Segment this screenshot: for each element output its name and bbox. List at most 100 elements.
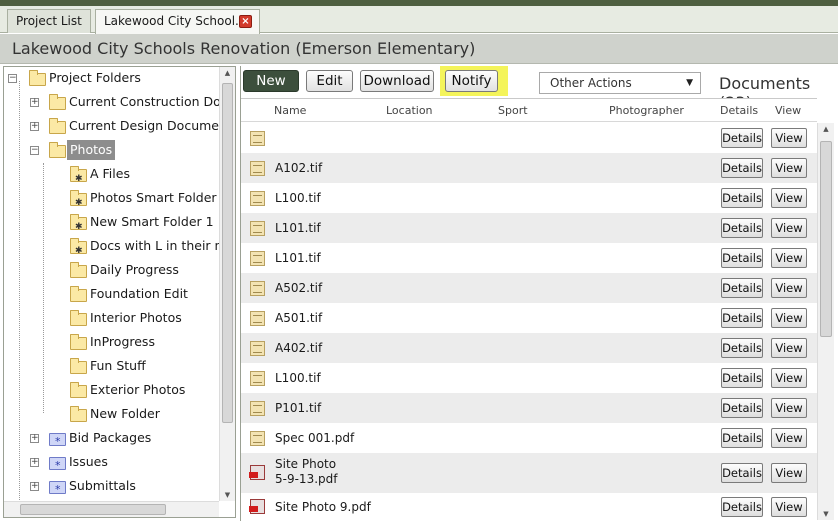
tree-label: Exterior Photos (90, 382, 186, 397)
scroll-down-icon[interactable]: ▼ (220, 491, 235, 499)
details-button[interactable]: Details (721, 398, 763, 418)
expand-icon[interactable]: + (30, 458, 39, 467)
notify-button[interactable]: Notify (445, 70, 498, 92)
tree-label: Foundation Edit (90, 286, 188, 301)
tree-vertical-scrollbar[interactable]: ▲ ▼ (219, 67, 235, 501)
tree-item-docs-with-l[interactable]: Docs with L in their nan (4, 236, 219, 258)
view-button[interactable]: View (771, 368, 807, 388)
tree-item-current-design[interactable]: + Current Design Documents (4, 116, 235, 138)
view-button[interactable]: View (771, 463, 807, 483)
tree-item-daily-progress[interactable]: Daily Progress (4, 260, 224, 282)
folder-tree-panel: − Project Folders + Current Construction… (3, 66, 236, 518)
view-button[interactable]: View (771, 158, 807, 178)
table-row[interactable]: A102.tif Details View (241, 153, 817, 183)
tree-label: Daily Progress (90, 262, 179, 277)
scroll-up-icon[interactable]: ▲ (818, 125, 834, 133)
folder-icon (70, 334, 87, 350)
close-icon[interactable]: × (239, 15, 252, 28)
tree-label: Interior Photos (90, 310, 182, 325)
details-button[interactable]: Details (721, 463, 763, 483)
table-row[interactable]: A402.tif Details View (241, 333, 817, 363)
table-row[interactable]: L101.tif Details View (241, 243, 817, 273)
view-button[interactable]: View (771, 308, 807, 328)
edit-button[interactable]: Edit (306, 70, 353, 92)
table-row[interactable]: Details View (241, 123, 817, 153)
tree-item-issues[interactable]: + Issues (4, 452, 224, 476)
view-button[interactable]: View (771, 278, 807, 298)
tree-item-inprogress[interactable]: InProgress (4, 332, 224, 354)
tree-item-foundation-edit[interactable]: Foundation Edit (4, 284, 224, 306)
folder-icon (70, 286, 87, 302)
table-row[interactable]: L100.tif Details View (241, 183, 817, 213)
tree-item-new-folder[interactable]: New Folder (4, 404, 224, 426)
document-icon (250, 251, 265, 266)
tree-item-photos[interactable]: − Photos (4, 140, 224, 162)
details-button[interactable]: Details (721, 338, 763, 358)
tree-item-exterior-photos[interactable]: Exterior Photos (4, 380, 224, 402)
new-button[interactable]: New (243, 70, 299, 92)
view-button[interactable]: View (771, 497, 807, 517)
smart-folder-icon (70, 190, 87, 213)
tree-item-submittals[interactable]: + Submittals (4, 476, 224, 500)
tree-item-project-folders[interactable]: − Project Folders (4, 68, 224, 90)
expand-icon[interactable]: + (30, 98, 39, 107)
details-button[interactable]: Details (721, 308, 763, 328)
scrollbar-thumb[interactable] (820, 141, 832, 337)
scrollbar-thumb[interactable] (20, 504, 166, 515)
tree-item-photos-smart-folder[interactable]: Photos Smart Folder (4, 188, 224, 213)
download-button[interactable]: Download (360, 70, 434, 92)
view-button[interactable]: View (771, 428, 807, 448)
table-row[interactable]: Spec 001.pdf Details View (241, 423, 817, 453)
table-row[interactable]: Site Photo 5-9-13.pdf Details View (241, 453, 817, 493)
tab-project[interactable]: Lakewood City School... × (95, 9, 260, 34)
tree-item-a-files[interactable]: A Files (4, 164, 224, 189)
view-button[interactable]: View (771, 248, 807, 268)
view-button[interactable]: View (771, 398, 807, 418)
table-row[interactable]: P101.tif Details View (241, 393, 817, 423)
documents-vertical-scrollbar[interactable]: ▲ ▼ (817, 123, 834, 520)
expand-icon[interactable]: + (30, 434, 39, 443)
details-button[interactable]: Details (721, 428, 763, 448)
tree-item-bid-packages[interactable]: + Bid Packages (4, 428, 224, 452)
scroll-up-icon[interactable]: ▲ (220, 69, 235, 77)
tree-item-new-smart-folder[interactable]: New Smart Folder 1 (4, 212, 224, 237)
column-header-sport[interactable]: Sport (498, 104, 528, 117)
scroll-down-icon[interactable]: ▼ (818, 510, 834, 518)
view-button[interactable]: View (771, 128, 807, 148)
table-row[interactable]: A501.tif Details View (241, 303, 817, 333)
project-title-bar: Lakewood City Schools Renovation (Emerso… (0, 34, 838, 64)
column-header-photographer[interactable]: Photographer (609, 104, 684, 117)
tab-project-list[interactable]: Project List (7, 9, 91, 33)
table-row[interactable]: Site Photo 9.pdf Details View (241, 493, 817, 521)
view-button[interactable]: View (771, 188, 807, 208)
details-button[interactable]: Details (721, 128, 763, 148)
view-button[interactable]: View (771, 218, 807, 238)
tree-item-current-construction[interactable]: + Current Construction Docu (4, 92, 235, 114)
details-button[interactable]: Details (721, 248, 763, 268)
details-button[interactable]: Details (721, 497, 763, 517)
expand-icon[interactable]: + (30, 482, 39, 491)
view-button[interactable]: View (771, 338, 807, 358)
details-button[interactable]: Details (721, 158, 763, 178)
column-header-location[interactable]: Location (386, 104, 433, 117)
table-row[interactable]: A502.tif Details View (241, 273, 817, 303)
tree-horizontal-scrollbar[interactable] (4, 501, 219, 517)
details-button[interactable]: Details (721, 368, 763, 388)
module-icon (49, 480, 66, 500)
tree-item-interior-photos[interactable]: Interior Photos (4, 308, 224, 330)
scrollbar-thumb[interactable] (222, 83, 233, 423)
pdf-icon (249, 499, 265, 514)
tree-item-fun-stuff[interactable]: Fun Stuff (4, 356, 224, 378)
folder-icon (70, 262, 87, 278)
details-button[interactable]: Details (721, 278, 763, 298)
table-row[interactable]: L100.tif Details View (241, 363, 817, 393)
folder-icon (70, 382, 87, 398)
details-button[interactable]: Details (721, 188, 763, 208)
collapse-icon[interactable]: − (8, 74, 17, 83)
other-actions-dropdown[interactable]: Other Actions ▼ (539, 72, 701, 94)
collapse-icon[interactable]: − (30, 146, 39, 155)
expand-icon[interactable]: + (30, 122, 39, 131)
details-button[interactable]: Details (721, 218, 763, 238)
column-header-name[interactable]: Name (274, 104, 306, 117)
table-row[interactable]: L101.tif Details View (241, 213, 817, 243)
